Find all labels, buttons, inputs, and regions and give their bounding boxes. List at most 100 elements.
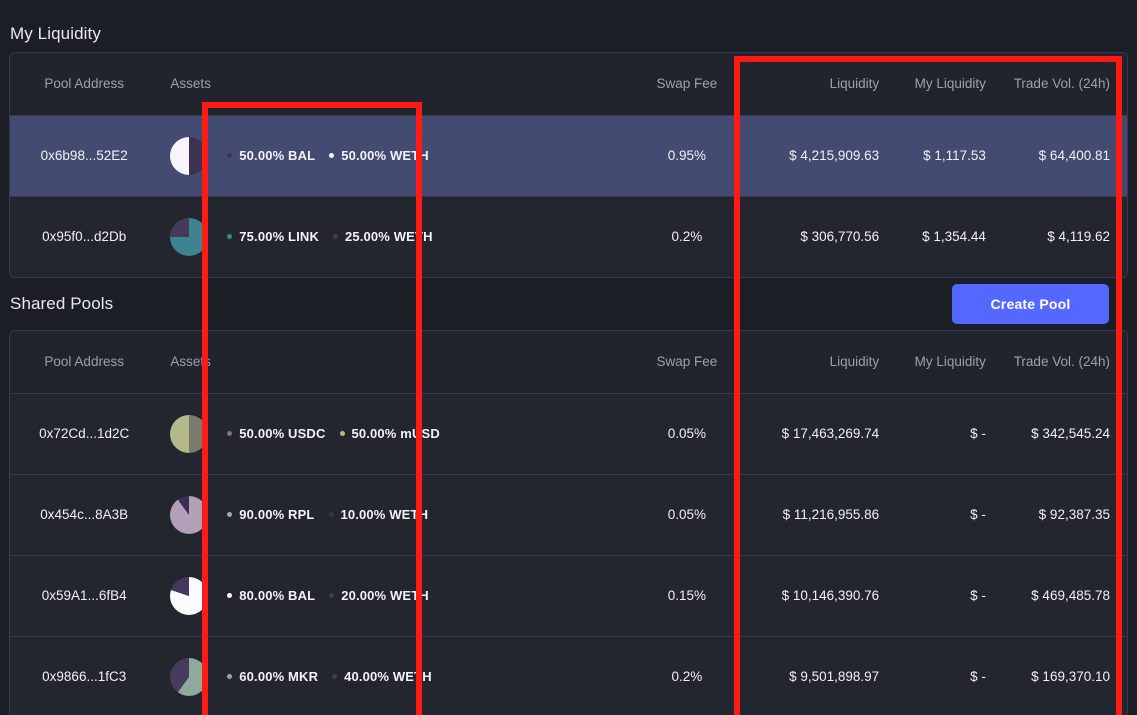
my-liquidity-cell: $ 1,117.53 [891,115,998,196]
column-header-assets[interactable]: Assets [158,53,215,115]
asset-weight-label: 10.00% WETH [341,507,429,522]
shared-pools-table-body: 0x72Cd...1d2C 50.00% USDC 50.00% mUSD 0.05%… [10,393,1127,715]
pie-chart-icon [170,658,208,696]
table-header-row: Pool Address Assets Swap Fee Liquidity M… [10,53,1127,115]
pie-chart-icon [170,577,208,615]
my-liquidity-table-card: Pool Address Assets Swap Fee Liquidity M… [9,52,1128,278]
my-liquidity-table: Pool Address Assets Swap Fee Liquidity M… [10,53,1127,277]
pool-address-cell[interactable]: 0x454c...8A3B [10,474,158,555]
asset-weight-item: 20.00% WETH [329,588,429,603]
my-liquidity-cell: $ 1,354.44 [891,196,998,277]
asset-allocation-cell [158,636,215,715]
column-header-pool-address[interactable]: Pool Address [10,53,158,115]
table-row[interactable]: 0x59A1...6fB4 80.00% BAL 20.00% WETH 0.15% $… [10,555,1127,636]
pool-address-cell[interactable]: 0x9866...1fC3 [10,636,158,715]
table-row[interactable]: 0x6b98...52E250.00% BAL50.00% WETH0.95%$… [10,115,1127,196]
asset-weight-item: 50.00% USDC [227,426,325,441]
table-row[interactable]: 0x454c...8A3B90.00% RPL10.00% WETH0.05%$… [10,474,1127,555]
swap-fee-cell: 0.05% [612,474,762,555]
pool-address-cell[interactable]: 0x6b98...52E2 [10,115,158,196]
column-header-swap-fee[interactable]: Swap Fee [612,53,762,115]
swap-fee-cell: 0.2% [612,636,762,715]
table-row[interactable]: 0x9866...1fC3 60.00% MKR 40.00% WETH 0.2% $ … [10,636,1127,715]
asset-weights-cell: 75.00% LINK 25.00% WETH [215,196,447,277]
spacer-cell [447,196,612,277]
asset-weights-cell: 50.00% USDC 50.00% mUSD [215,393,447,474]
column-header-trade-volume[interactable]: Trade Vol. (24h) [998,53,1127,115]
pie-chart-icon [170,415,208,453]
asset-weights-list: 90.00% RPL 10.00% WETH [227,507,435,522]
create-pool-button[interactable]: Create Pool [952,284,1109,324]
swap-fee-cell: 0.15% [612,555,762,636]
asset-weight-label: 50.00% BAL [239,148,315,163]
liquidity-cell: $ 11,216,955.86 [762,474,891,555]
column-header-pool-address[interactable]: Pool Address [10,331,158,393]
column-header-assets-spacer [215,331,447,393]
asset-weights-cell: 90.00% RPL 10.00% WETH [215,474,447,555]
asset-color-dot-icon [227,234,232,239]
asset-weight-item: 75.00% LINK [227,229,319,244]
pool-address-cell[interactable]: 0x59A1...6fB4 [10,555,158,636]
column-header-assets[interactable]: Assets [158,331,215,393]
my-liquidity-cell: $ - [891,555,998,636]
spacer-cell [447,393,612,474]
column-header-liquidity[interactable]: Liquidity [762,331,891,393]
spacer-cell [447,474,612,555]
asset-weight-label: 50.00% USDC [239,426,325,441]
shared-pools-bar: Shared Pools Create Pool [0,278,1137,330]
pool-address-cell[interactable]: 0x72Cd...1d2C [10,393,158,474]
liquidity-cell: $ 17,463,269.74 [762,393,891,474]
asset-color-dot-icon [340,431,345,436]
swap-fee-cell: 0.2% [612,196,762,277]
asset-color-dot-icon [227,593,232,598]
asset-color-dot-icon [227,431,232,436]
column-header-my-liquidity[interactable]: My Liquidity [891,331,998,393]
shared-pools-table-header: Pool Address Assets Swap Fee Liquidity M… [10,331,1127,393]
trade-volume-cell: $ 169,370.10 [998,636,1127,715]
asset-weights-list: 60.00% MKR 40.00% WETH [227,669,435,684]
column-header-my-liquidity[interactable]: My Liquidity [891,53,998,115]
asset-weight-label: 60.00% MKR [239,669,318,684]
my-liquidity-table-body: 0x6b98...52E250.00% BAL50.00% WETH0.95%$… [10,115,1127,277]
column-header-spacer [447,331,612,393]
column-header-liquidity[interactable]: Liquidity [762,53,891,115]
column-header-trade-volume[interactable]: Trade Vol. (24h) [998,331,1127,393]
pie-chart-icon [170,496,208,534]
liquidity-cell: $ 306,770.56 [762,196,891,277]
pool-address-cell[interactable]: 0x95f0...d2Db [10,196,158,277]
column-header-assets-spacer [215,53,447,115]
asset-weight-item: 50.00% BAL [227,148,315,163]
asset-weight-item: 50.00% mUSD [340,426,440,441]
asset-allocation-cell [158,555,215,636]
asset-weight-label: 90.00% RPL [239,507,314,522]
shared-pools-table: Pool Address Assets Swap Fee Liquidity M… [10,331,1127,715]
asset-weights-list: 80.00% BAL 20.00% WETH [227,588,435,603]
asset-weight-label: 25.00% WETH [345,229,433,244]
asset-color-dot-icon [329,512,334,517]
shared-pools-title: Shared Pools [0,294,113,314]
asset-weights-cell: 60.00% MKR 40.00% WETH [215,636,447,715]
table-row[interactable]: 0x72Cd...1d2C 50.00% USDC 50.00% mUSD 0.05%… [10,393,1127,474]
asset-color-dot-icon [329,593,334,598]
spacer-cell [447,636,612,715]
my-liquidity-cell: $ - [891,393,998,474]
asset-weight-item: 50.00% WETH [329,148,429,163]
column-header-swap-fee[interactable]: Swap Fee [612,331,762,393]
asset-allocation-cell [158,115,215,196]
my-liquidity-title: My Liquidity [0,0,1137,52]
shared-pools-table-card: Pool Address Assets Swap Fee Liquidity M… [9,330,1128,715]
table-row[interactable]: 0x95f0...d2Db75.00% LINK25.00% WETH0.2%$… [10,196,1127,277]
my-liquidity-cell: $ - [891,474,998,555]
asset-weight-label: 40.00% WETH [344,669,432,684]
asset-weight-label: 75.00% LINK [239,229,319,244]
asset-color-dot-icon [329,153,334,158]
asset-weight-item: 80.00% BAL [227,588,315,603]
asset-weights-list: 75.00% LINK 25.00% WETH [227,229,435,244]
swap-fee-cell: 0.05% [612,393,762,474]
trade-volume-cell: $ 469,485.78 [998,555,1127,636]
asset-weights-list: 50.00% BAL 50.00% WETH [227,148,435,163]
asset-color-dot-icon [227,512,232,517]
trade-volume-cell: $ 64,400.81 [998,115,1127,196]
spacer-cell [447,555,612,636]
column-header-spacer [447,53,612,115]
